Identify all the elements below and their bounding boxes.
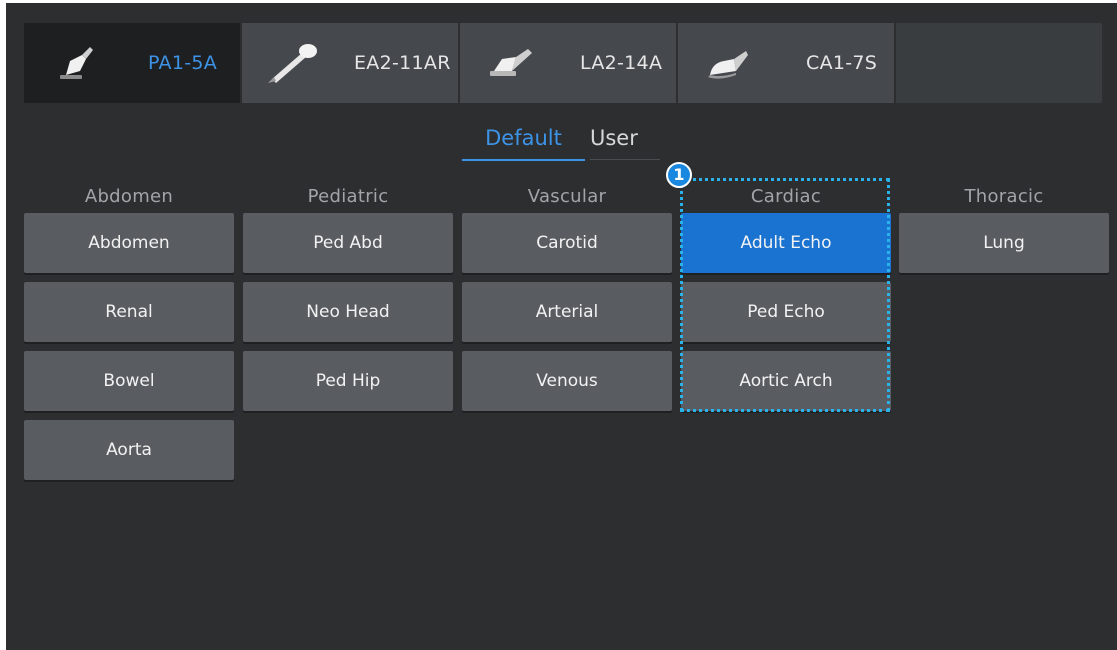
preset-button-neo-head[interactable]: Neo Head [243,282,453,342]
probe-label: CA1-7S [806,52,878,74]
category-vascular: Vascular Carotid Arterial Venous [462,181,672,411]
preset-button-aorta[interactable]: Aorta [24,420,234,480]
category-title: Vascular [527,186,607,207]
tab-user[interactable]: User [590,119,660,160]
probe-label: LA2-14A [580,52,663,74]
preset-button-venous[interactable]: Venous [462,351,672,411]
preset-button-ped-echo[interactable]: Ped Echo [681,282,891,342]
preset-button-aortic-arch[interactable]: Aortic Arch [681,351,891,411]
probe-selection-bar: PA1-5A EA2-11AR LA2-14A CA1-7S [24,23,1102,103]
category-cardiac: Cardiac Adult Echo Ped Echo Aortic Arch [681,181,891,411]
phased-array-probe-icon [60,47,93,79]
preset-selection-screen: PA1-5A EA2-11AR LA2-14A CA1-7S Default U… [6,3,1117,650]
category-title: Abdomen [84,186,174,207]
probe-label: EA2-11AR [354,52,451,74]
category-abdomen: Abdomen Abdomen Renal Bowel Aorta [24,181,234,480]
category-thoracic: Thoracic Lung [899,181,1109,273]
convex-probe-icon [708,51,748,79]
probe-tab-ca1-7s[interactable]: CA1-7S [678,23,896,103]
preset-button-lung[interactable]: Lung [899,213,1109,273]
preset-button-abdomen[interactable]: Abdomen [24,213,234,273]
preset-button-ped-hip[interactable]: Ped Hip [243,351,453,411]
category-title: Pediatric [307,186,389,207]
probe-tab-ea2-11ar[interactable]: EA2-11AR [242,23,460,103]
probe-label: PA1-5A [148,52,218,74]
endocavity-probe-icon [268,44,317,83]
preset-button-adult-echo[interactable]: Adult Echo [681,213,891,273]
preset-button-bowel[interactable]: Bowel [24,351,234,411]
callout-number-badge: 1 [666,162,692,188]
category-title: Thoracic [964,186,1044,207]
linear-probe-icon [490,49,532,76]
category-pediatric: Pediatric Ped Abd Neo Head Ped Hip [243,181,453,411]
tab-default[interactable]: Default [462,119,585,161]
probe-tab-la2-14a[interactable]: LA2-14A [460,23,678,103]
preset-button-renal[interactable]: Renal [24,282,234,342]
preset-button-ped-abd[interactable]: Ped Abd [243,213,453,273]
category-title: Cardiac [750,186,822,207]
probe-tab-pa1-5a[interactable]: PA1-5A [24,23,242,103]
preset-button-arterial[interactable]: Arterial [462,282,672,342]
preset-button-carotid[interactable]: Carotid [462,213,672,273]
